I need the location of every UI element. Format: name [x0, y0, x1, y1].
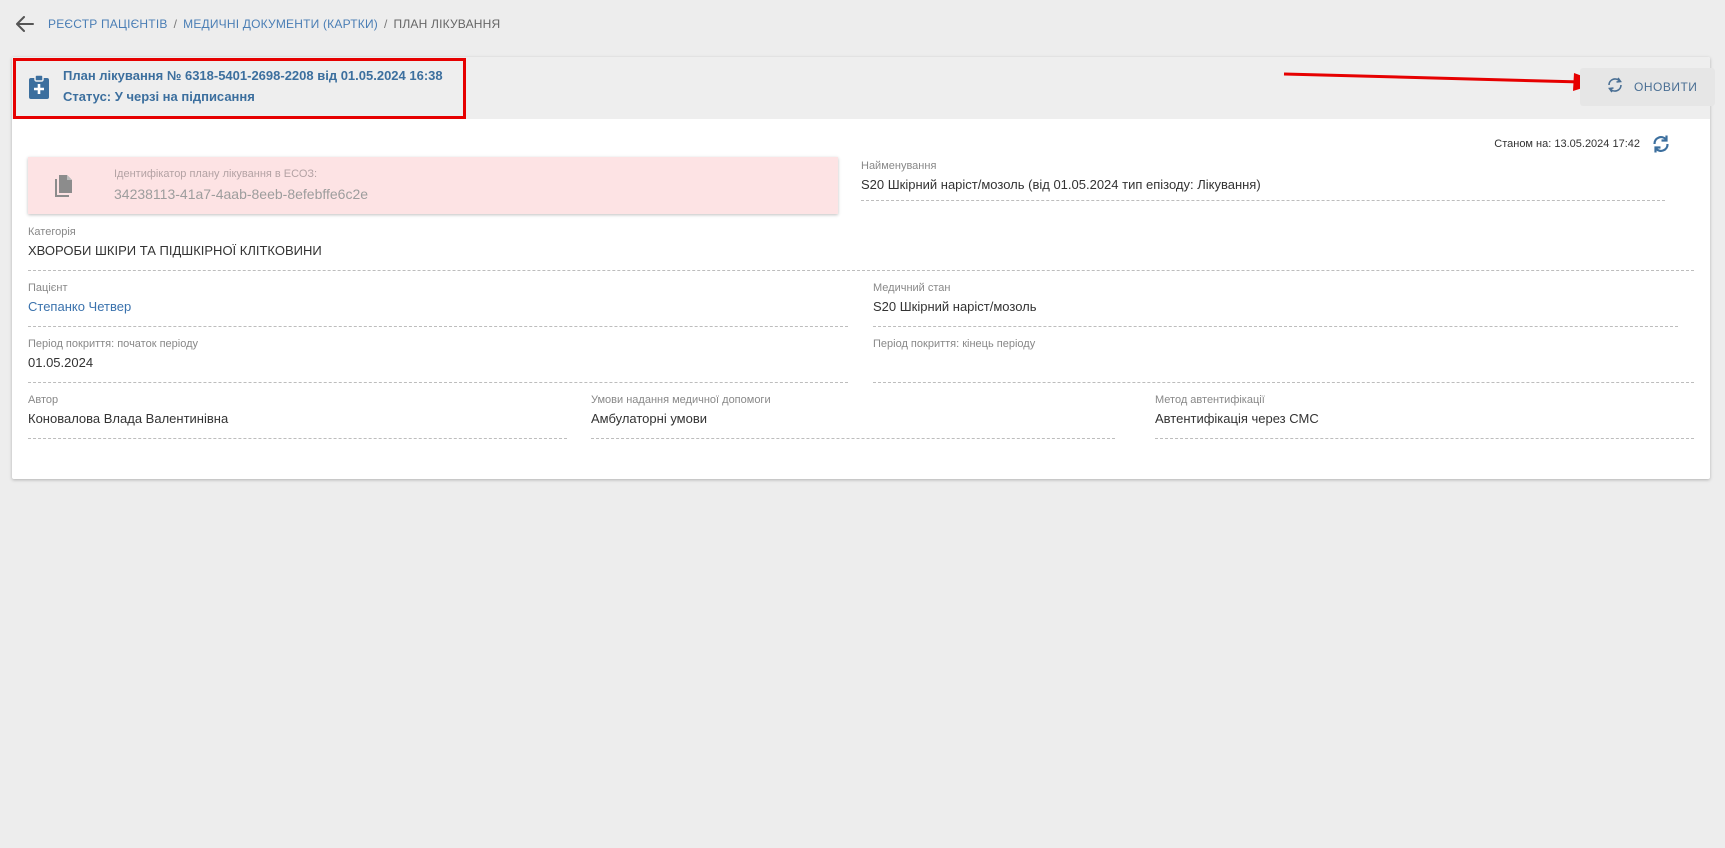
refresh-icon[interactable] — [1651, 134, 1671, 159]
field-period-end-label: Період покриття: кінець періоду — [873, 338, 1036, 350]
plan-status: Статус: У черзі на підписання — [63, 89, 255, 104]
refresh-button[interactable]: ОНОВИТИ — [1580, 68, 1715, 106]
field-patient: Пацієнт Степанко Четвер — [28, 282, 848, 327]
field-author-value: Коновалова Влада Валентинівна — [28, 411, 229, 426]
card-header: План лікування № 6318-5401-2698-2208 від… — [12, 57, 1715, 119]
field-name: Найменування S20 Шкірний наріст/мозоль (… — [861, 160, 1665, 201]
as-of-timestamp: Станом на: 13.05.2024 17:42 — [1494, 138, 1640, 150]
field-auth-method: Метод автентифікації Автентифікація чере… — [1155, 394, 1694, 439]
breadcrumb-separator: / — [383, 17, 388, 31]
field-period-start-label: Період покриття: початок періоду — [28, 338, 199, 350]
field-category-label: Категорія — [28, 226, 76, 238]
refresh-icon — [1606, 76, 1624, 99]
breadcrumb-patient-registry[interactable]: РЕЄСТР ПАЦІЄНТІВ — [48, 17, 168, 31]
identifier-value: 34238113-41a7-4aab-8eeb-8efebffe6c2e — [114, 186, 369, 202]
field-condition: Медичний стан S20 Шкірний наріст/мозоль — [873, 282, 1678, 327]
arrow-annotation — [1283, 72, 1600, 91]
field-period-start-value: 01.05.2024 — [28, 355, 94, 370]
ehealth-identifier-box: Ідентифікатор плану лікування в ЕСОЗ: 34… — [28, 157, 838, 214]
copy-icon[interactable] — [54, 174, 74, 203]
field-category: Категорія ХВОРОБИ ШКІРИ ТА ПІДШКІРНОЇ КЛ… — [28, 226, 1694, 271]
plan-title: План лікування № 6318-5401-2698-2208 від… — [63, 68, 443, 83]
breadcrumb-current: ПЛАН ЛІКУВАННЯ — [393, 17, 501, 31]
breadcrumb: РЕЄСТР ПАЦІЄНТІВ / МЕДИЧНІ ДОКУМЕНТИ (КА… — [14, 13, 500, 35]
field-name-label: Найменування — [861, 160, 937, 172]
field-author: Автор Коновалова Влада Валентинівна — [28, 394, 567, 439]
field-author-label: Автор — [28, 394, 59, 406]
field-name-value: S20 Шкірний наріст/мозоль (від 01.05.202… — [861, 177, 1261, 192]
patient-link[interactable]: Степанко Четвер — [28, 299, 848, 315]
treatment-plan-card: План лікування № 6318-5401-2698-2208 від… — [12, 57, 1715, 479]
breadcrumb-separator: / — [173, 17, 178, 31]
back-arrow-icon[interactable] — [14, 13, 36, 35]
clipboard-plus-icon — [28, 74, 50, 100]
field-condition-label: Медичний стан — [873, 282, 951, 294]
field-care-conditions: Умови надання медичної допомоги Амбулато… — [591, 394, 1115, 439]
breadcrumb-medical-documents[interactable]: МЕДИЧНІ ДОКУМЕНТИ (КАРТКИ) — [183, 17, 378, 31]
refresh-button-label: ОНОВИТИ — [1634, 80, 1698, 94]
field-category-value: ХВОРОБИ ШКІРИ ТА ПІДШКІРНОЇ КЛІТКОВИНИ — [28, 243, 322, 258]
field-care-conditions-value: Амбулаторні умови — [591, 411, 708, 426]
field-period-start: Період покриття: початок періоду 01.05.2… — [28, 338, 848, 383]
field-auth-method-value: Автентифікація через СМС — [1155, 411, 1319, 426]
identifier-label: Ідентифікатор плану лікування в ЕСОЗ: — [114, 168, 318, 180]
field-auth-method-label: Метод автентифікації — [1155, 394, 1265, 406]
field-care-conditions-label: Умови надання медичної допомоги — [591, 394, 771, 406]
field-patient-label: Пацієнт — [28, 282, 68, 294]
field-period-end: Період покриття: кінець періоду — [873, 338, 1694, 383]
field-condition-value: S20 Шкірний наріст/мозоль — [873, 299, 1037, 314]
